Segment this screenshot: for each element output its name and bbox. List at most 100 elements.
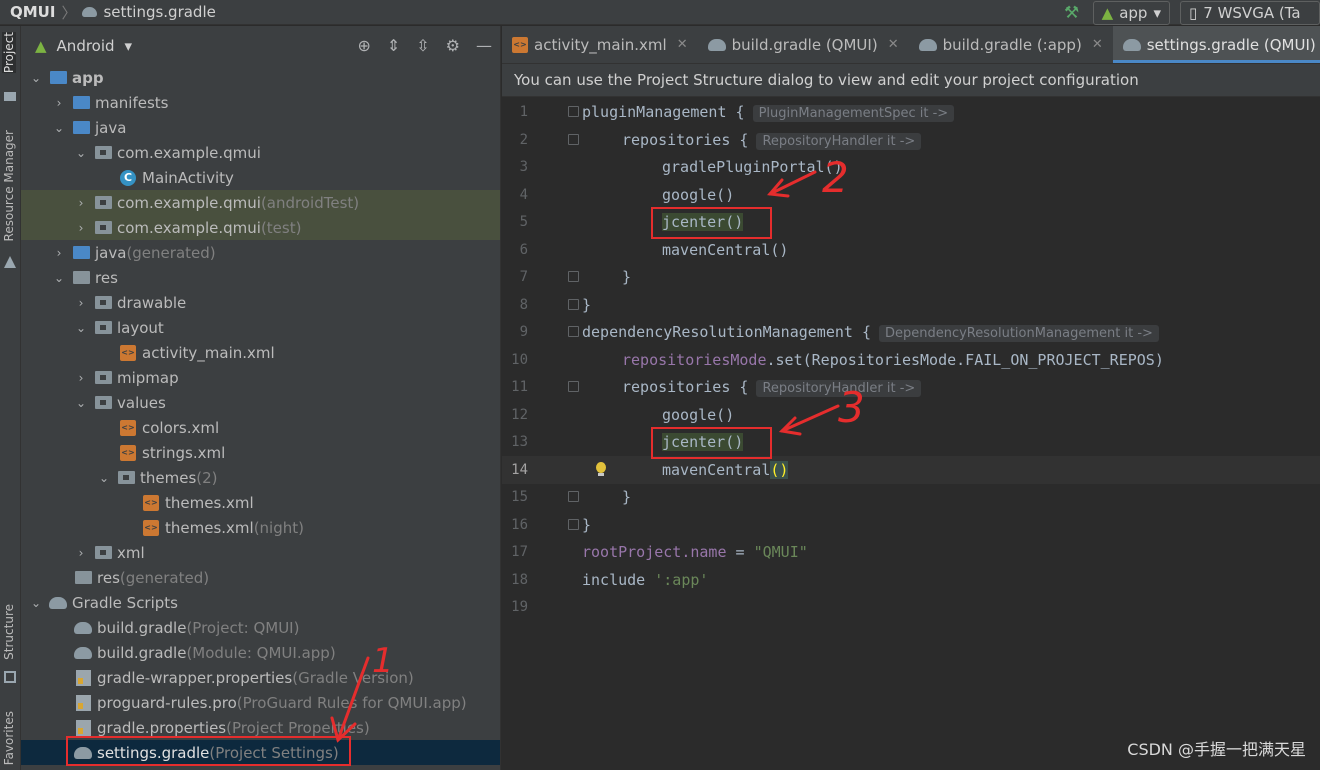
locate-icon[interactable]: ⊕	[357, 36, 370, 55]
tree-label: drawable	[117, 293, 187, 312]
tree-item-res[interactable]: ⌄ res	[21, 265, 500, 290]
chevron-down-icon[interactable]: ⌄	[74, 146, 88, 160]
chevron-right-icon[interactable]: ›	[74, 546, 88, 560]
tree-item-package-androidtest[interactable]: › com.example.qmui (androidTest)	[21, 190, 500, 215]
code-text: rootProject.name	[582, 543, 727, 561]
code-text: repositoriesMode	[622, 351, 767, 369]
tree-item-build-gradle-module[interactable]: build.gradle (Module: QMUI.app)	[21, 640, 500, 665]
code-line: 6 mavenCentral()	[502, 236, 1320, 264]
tree-item-layout[interactable]: ⌄ layout	[21, 315, 500, 340]
fold-icon[interactable]	[568, 326, 579, 337]
tree-item-activity-main-xml[interactable]: <> activity_main.xml	[21, 340, 500, 365]
chevron-right-icon[interactable]: ›	[52, 96, 66, 110]
resources-folder-icon	[72, 271, 90, 284]
chevron-down-icon[interactable]: ⌄	[52, 271, 66, 285]
code-text: google()	[662, 186, 735, 204]
tree-item-res-generated[interactable]: res (generated)	[21, 565, 500, 590]
tree-item-build-gradle-project[interactable]: build.gradle (Project: QMUI)	[21, 615, 500, 640]
caret-down-icon[interactable]: ▾	[125, 37, 133, 55]
code-text: ':app'	[654, 571, 709, 589]
close-icon[interactable]: ✕	[677, 37, 688, 52]
tree-item-package-test[interactable]: › com.example.qmui (test)	[21, 215, 500, 240]
fold-icon[interactable]	[568, 299, 579, 310]
folder-icon	[72, 96, 90, 109]
tree-item-mainactivity[interactable]: C MainActivity	[21, 165, 500, 190]
gear-icon[interactable]: ⚙	[446, 36, 460, 55]
minimize-icon[interactable]: —	[476, 36, 492, 55]
chevron-down-icon[interactable]: ⌄	[97, 471, 111, 485]
fold-icon[interactable]	[568, 134, 579, 145]
tab-build-gradle-app[interactable]: build.gradle (:app) ✕	[909, 26, 1113, 63]
xml-file-icon: <>	[512, 36, 528, 53]
chevron-right-icon[interactable]: ›	[74, 196, 88, 210]
close-icon[interactable]: ✕	[888, 37, 899, 52]
code-text: }	[622, 488, 632, 506]
run-config-dropdown[interactable]: ▲ app ▾	[1092, 0, 1170, 25]
code-line: 18 include ':app'	[502, 566, 1320, 594]
tree-item-mipmap[interactable]: › mipmap	[21, 365, 500, 390]
line-number: 18	[511, 572, 528, 588]
tree-label: values	[117, 393, 166, 412]
banner-text: You can use the Project Structure dialog…	[514, 71, 1139, 89]
chevron-right-icon[interactable]: ›	[74, 221, 88, 235]
chevron-down-icon[interactable]: ⌄	[52, 121, 66, 135]
tree-item-themes-night-xml[interactable]: <> themes.xml (night)	[21, 515, 500, 540]
folder-icon	[94, 546, 112, 559]
tree-item-colors-xml[interactable]: <> colors.xml	[21, 415, 500, 440]
tree-item-gradle-scripts[interactable]: ⌄ Gradle Scripts	[21, 590, 500, 615]
line-number: 16	[511, 517, 528, 533]
fold-icon[interactable]	[568, 491, 579, 502]
tree-item-xml[interactable]: › xml	[21, 540, 500, 565]
line-number: 3	[519, 159, 528, 175]
tree-item-package[interactable]: ⌄ com.example.qmui	[21, 140, 500, 165]
left-tool-strip: Project Resource Manager Structure Favor…	[0, 26, 21, 770]
chevron-down-icon[interactable]: ⌄	[74, 396, 88, 410]
tree-item-java-generated[interactable]: › java (generated)	[21, 240, 500, 265]
chevron-down-icon[interactable]: ⌄	[29, 71, 43, 85]
tree-item-values[interactable]: ⌄ values	[21, 390, 500, 415]
fold-icon[interactable]	[568, 271, 579, 282]
lightbulb-icon[interactable]	[594, 462, 608, 478]
tab-project[interactable]: Project	[2, 32, 16, 74]
tree-item-drawable[interactable]: › drawable	[21, 290, 500, 315]
code-text: ()	[770, 461, 789, 479]
tree-item-java[interactable]: ⌄ java	[21, 115, 500, 140]
tree-item-manifests[interactable]: › manifests	[21, 90, 500, 115]
tree-extra: (androidTest)	[260, 193, 360, 212]
tab-settings-gradle[interactable]: settings.gradle (QMUI) ✕	[1112, 26, 1320, 63]
device-label: 7 WSVGA (Ta	[1203, 3, 1301, 22]
tab-build-gradle-qmui[interactable]: build.gradle (QMUI) ✕	[698, 26, 909, 63]
fold-icon[interactable]	[568, 106, 579, 117]
view-mode-label[interactable]: Android	[57, 37, 115, 55]
chevron-down-icon[interactable]: ⌄	[29, 596, 43, 610]
tab-label: settings.gradle (QMUI)	[1146, 35, 1316, 54]
chevron-right-icon[interactable]: ›	[52, 246, 66, 260]
tab-favorites[interactable]: Favorites	[2, 711, 16, 765]
fold-icon[interactable]	[568, 381, 579, 392]
tab-activity-main-xml[interactable]: <> activity_main.xml ✕	[502, 26, 698, 63]
close-icon[interactable]: ✕	[1092, 37, 1103, 52]
fold-icon[interactable]	[568, 519, 579, 530]
expand-all-icon[interactable]: ⇕	[387, 36, 400, 55]
breadcrumb-project[interactable]: QMUI	[10, 3, 55, 21]
chevron-right-icon[interactable]: ›	[74, 296, 88, 310]
tree-extra: (ProGuard Rules for QMUI.app)	[236, 693, 467, 712]
breadcrumb-file[interactable]: settings.gradle	[103, 3, 215, 21]
code-line: 15 }	[502, 483, 1320, 511]
chevron-right-icon[interactable]: ›	[74, 371, 88, 385]
tree-item-themes[interactable]: ⌄ themes (2)	[21, 465, 500, 490]
tree-item-strings-xml[interactable]: <> strings.xml	[21, 440, 500, 465]
tree-item-gradle-wrapper-properties[interactable]: gradle-wrapper.properties (Gradle Versio…	[21, 665, 500, 690]
tab-resource-manager[interactable]: Resource Manager	[2, 130, 16, 241]
tree-label: layout	[117, 318, 164, 337]
tree-label: proguard-rules.pro	[97, 693, 237, 712]
chevron-down-icon[interactable]: ⌄	[74, 321, 88, 335]
tree-item-themes-xml[interactable]: <> themes.xml	[21, 490, 500, 515]
device-dropdown[interactable]: ▯ 7 WSVGA (Ta	[1180, 0, 1320, 25]
tree-item-app[interactable]: ⌄ app	[21, 65, 500, 90]
tree-item-proguard-rules[interactable]: proguard-rules.pro (ProGuard Rules for Q…	[21, 690, 500, 715]
code-editor[interactable]: 1 pluginManagement {PluginManagementSpec…	[502, 98, 1320, 770]
collapse-all-icon[interactable]: ⇳	[416, 36, 429, 55]
tab-structure[interactable]: Structure	[2, 604, 16, 660]
build-hammer-icon[interactable]: ⚒	[1061, 2, 1083, 24]
